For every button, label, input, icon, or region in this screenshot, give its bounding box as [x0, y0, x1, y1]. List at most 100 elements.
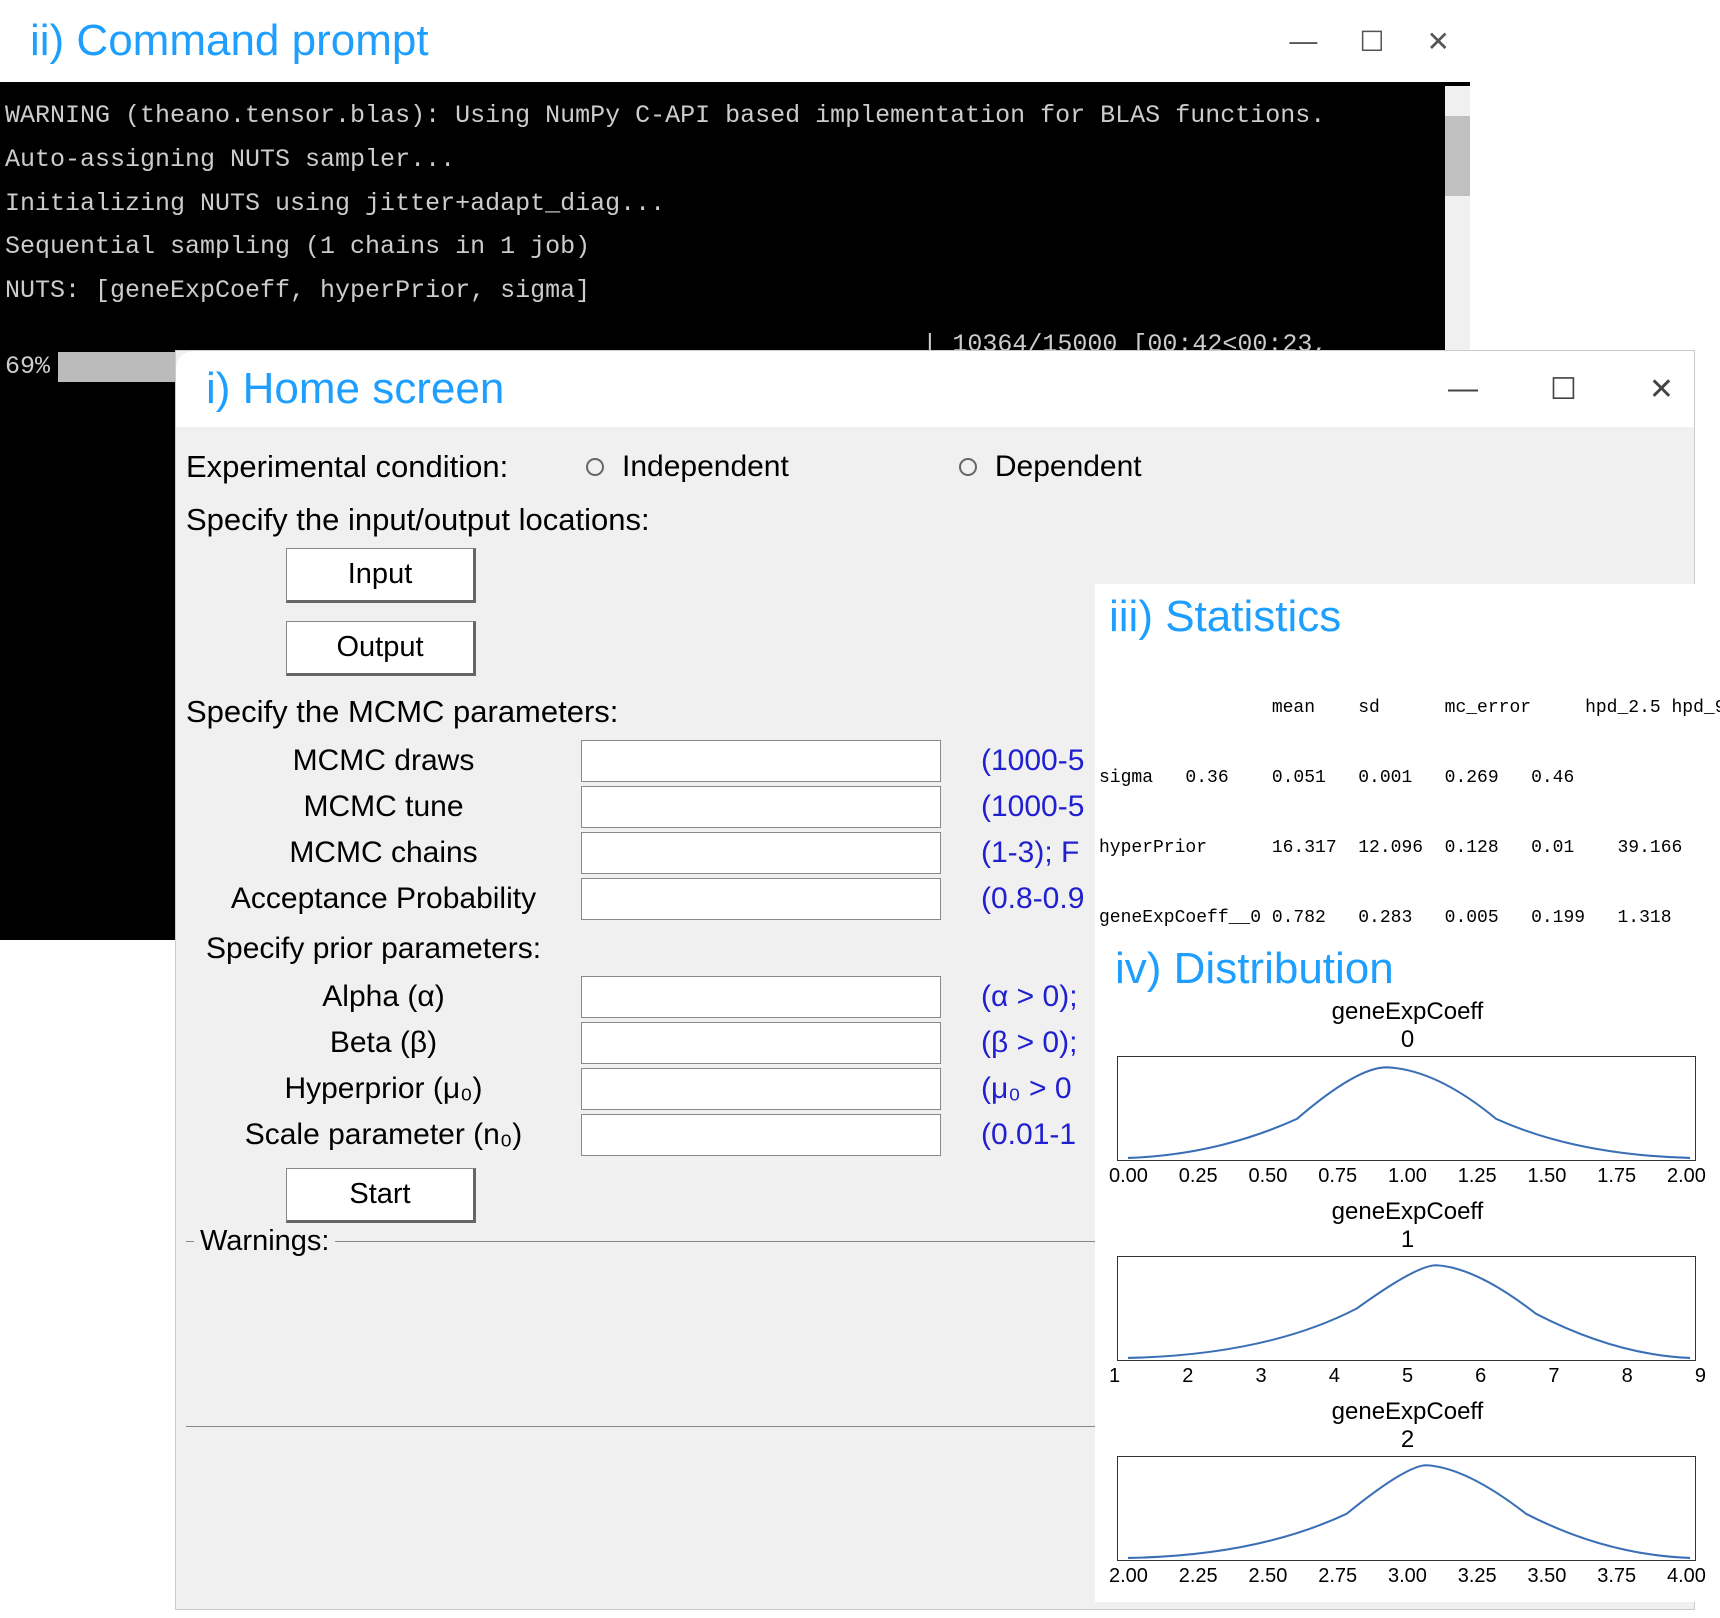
chart-ticks: 1 2 3 4 5 6 7 8 9 [1109, 1365, 1706, 1388]
tick: 0.50 [1249, 1165, 1288, 1188]
stats-row: hyperPrior 16.317 12.096 0.128 0.01 39.1… [1099, 837, 1716, 860]
tick: 1.75 [1597, 1165, 1636, 1188]
input-button[interactable]: Input [286, 548, 476, 603]
tick: 3.25 [1458, 1565, 1497, 1588]
chart-sublabel: 0 [1099, 1026, 1716, 1054]
cmd-line: WARNING (theano.tensor.blas): Using NumP… [5, 94, 1465, 138]
param-hint: (μ₀ > 0 [981, 1072, 1072, 1106]
tick: 4 [1329, 1365, 1340, 1388]
mcmc-tune-input[interactable] [581, 786, 941, 828]
tick: 1.25 [1458, 1165, 1497, 1188]
chart-plot-area [1117, 1456, 1696, 1561]
chart-label: geneExpCoeff [1099, 1398, 1716, 1426]
chart-sublabel: 2 [1099, 1426, 1716, 1454]
param-label: Hyperprior (μ₀) [186, 1072, 581, 1106]
radio-label: Independent [622, 450, 789, 484]
alpha-input[interactable] [581, 976, 941, 1018]
param-label: MCMC tune [186, 790, 581, 824]
radio-dependent[interactable]: Dependent [959, 450, 1142, 484]
scrollbar-thumb[interactable] [1445, 116, 1470, 196]
tick: 4.00 [1667, 1565, 1706, 1588]
radio-label: Dependent [995, 450, 1142, 484]
param-label: Scale parameter (n₀) [186, 1118, 581, 1152]
home-title: i) Home screen [206, 364, 504, 414]
param-hint: (α > 0); [981, 980, 1078, 1014]
tick: 3 [1255, 1365, 1266, 1388]
experimental-condition-row: Experimental condition: Independent Depe… [186, 442, 1684, 492]
tick: 1.00 [1388, 1165, 1427, 1188]
param-label: Acceptance Probability [186, 882, 581, 916]
io-section-label: Specify the input/output locations: [186, 502, 1684, 538]
stats-row: geneExpCoeff__0 0.782 0.283 0.005 0.199 … [1099, 907, 1716, 930]
tick: 2.75 [1318, 1565, 1357, 1588]
radio-independent[interactable]: Independent [586, 450, 789, 484]
maximize-icon[interactable]: ☐ [1359, 25, 1384, 58]
density-curve-icon [1118, 1457, 1695, 1560]
tick: 6 [1475, 1365, 1486, 1388]
dist-title: iv) Distribution [1115, 944, 1716, 994]
start-button[interactable]: Start [286, 1168, 476, 1223]
cmd-line: Initializing NUTS using jitter+adapt_dia… [5, 182, 1465, 226]
progress-percent: 69% [5, 345, 50, 389]
chart-sublabel: 1 [1099, 1226, 1716, 1254]
radio-icon[interactable] [959, 458, 977, 476]
param-hint: (β > 0); [981, 1026, 1077, 1060]
tick: 7 [1548, 1365, 1559, 1388]
param-hint: (0.8-0.9 [981, 882, 1084, 916]
param-hint: (1000-5 [981, 790, 1084, 824]
scale-param-input[interactable] [581, 1114, 941, 1156]
stats-title: iii) Statistics [1109, 592, 1716, 642]
cmd-titlebar: ii) Command prompt — ☐ ✕ [0, 0, 1470, 86]
cmd-line: Sequential sampling (1 chains in 1 job) [5, 225, 1465, 269]
chart-plot-area [1117, 1056, 1696, 1161]
tick: 9 [1695, 1365, 1706, 1388]
close-icon[interactable]: ✕ [1427, 25, 1450, 58]
tick: 3.50 [1528, 1565, 1567, 1588]
chart-label: geneExpCoeff [1099, 998, 1716, 1026]
param-hint: (1-3); F [981, 836, 1079, 870]
param-label: Alpha (α) [186, 980, 581, 1014]
param-hint: (0.01-1 [981, 1118, 1076, 1152]
mcmc-chains-input[interactable] [581, 832, 941, 874]
output-button[interactable]: Output [286, 621, 476, 676]
param-label: MCMC draws [186, 744, 581, 778]
tick: 0.25 [1179, 1165, 1218, 1188]
warnings-label: Warnings: [194, 1225, 335, 1258]
tick: 0.00 [1109, 1165, 1148, 1188]
home-titlebar: i) Home screen — ☐ ✕ [176, 351, 1694, 427]
mcmc-draws-input[interactable] [581, 740, 941, 782]
chart-geneexpcoeff-0: geneExpCoeff 0 0.00 0.25 0.50 0.75 1.00 … [1099, 998, 1716, 1188]
distribution-panel: iv) Distribution geneExpCoeff 0 0.00 0.2… [1095, 940, 1720, 1602]
tick: 2.00 [1109, 1565, 1148, 1588]
stats-row: sigma 0.36 0.051 0.001 0.269 0.46 [1099, 767, 1716, 790]
chart-geneexpcoeff-2: geneExpCoeff 2 2.00 2.25 2.50 2.75 3.00 … [1099, 1398, 1716, 1588]
tick: 2.50 [1249, 1565, 1288, 1588]
param-label: Beta (β) [186, 1026, 581, 1060]
density-curve-icon [1118, 1257, 1695, 1360]
tick: 2.25 [1179, 1565, 1218, 1588]
chart-plot-area [1117, 1256, 1696, 1361]
acceptance-prob-input[interactable] [581, 878, 941, 920]
minimize-icon[interactable]: — [1289, 25, 1317, 57]
param-label: MCMC chains [186, 836, 581, 870]
chart-geneexpcoeff-1: geneExpCoeff 1 1 2 3 4 5 6 7 8 9 [1099, 1198, 1716, 1388]
maximize-icon[interactable]: ☐ [1550, 372, 1577, 407]
close-icon[interactable]: ✕ [1649, 372, 1674, 407]
tick: 5 [1402, 1365, 1413, 1388]
hyperprior-input[interactable] [581, 1068, 941, 1110]
tick: 3.75 [1597, 1565, 1636, 1588]
exp-condition-label: Experimental condition: [186, 449, 586, 485]
cmd-window-controls: — ☐ ✕ [1289, 25, 1450, 58]
param-hint: (1000-5 [981, 744, 1084, 778]
cmd-title: ii) Command prompt [30, 16, 429, 66]
radio-icon[interactable] [586, 458, 604, 476]
chart-ticks: 2.00 2.25 2.50 2.75 3.00 3.25 3.50 3.75 … [1109, 1565, 1706, 1588]
cmd-line: NUTS: [geneExpCoeff, hyperPrior, sigma] [5, 269, 1465, 313]
beta-input[interactable] [581, 1022, 941, 1064]
tick: 8 [1622, 1365, 1633, 1388]
minimize-icon[interactable]: — [1448, 372, 1478, 406]
tick: 1 [1109, 1365, 1120, 1388]
chart-label: geneExpCoeff [1099, 1198, 1716, 1226]
cmd-line: Auto-assigning NUTS sampler... [5, 138, 1465, 182]
tick: 1.50 [1528, 1165, 1567, 1188]
